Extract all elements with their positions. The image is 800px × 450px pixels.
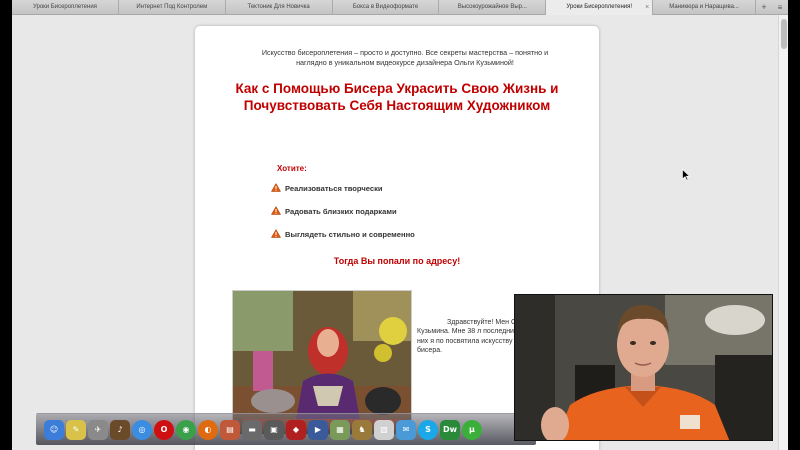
want-label: Хотите: — [277, 164, 307, 173]
browser-tab-bar: Уроки Бисероплетения Интернет Под Контро… — [12, 0, 788, 15]
tab-label: Бокса в Видеоформате — [352, 4, 419, 10]
utorrent-icon[interactable]: µ — [462, 419, 482, 440]
warning-icon — [271, 183, 281, 192]
vertical-scrollbar[interactable] — [778, 15, 788, 450]
benefit-item: Радовать близких подарками — [271, 206, 397, 216]
tab[interactable]: Бокса в Видеоформате — [333, 0, 440, 15]
tab-label: Высокоурожайное Выр... — [457, 4, 527, 10]
video-icon[interactable]: ▶ — [308, 419, 328, 440]
mail-icon[interactable]: ✉ — [396, 419, 416, 440]
benefit-label: Выглядеть стильно и современно — [285, 230, 415, 239]
scroll-thumb[interactable] — [781, 19, 787, 49]
benefit-label: Реализоваться творчески — [285, 184, 383, 193]
dreamweaver-icon[interactable]: Dw — [440, 419, 460, 440]
tab-label: Маникюра и Наращива... — [669, 4, 739, 10]
cta-text: Тогда Вы попали по адресу! — [333, 256, 461, 266]
tab-label: Тектоник Для Новичка — [247, 4, 310, 10]
tab-label: Интернет Под Контролем — [136, 4, 208, 10]
tab[interactable]: Уроки Бисероплетения — [12, 0, 119, 15]
benefit-label: Радовать близких подарками — [285, 207, 397, 216]
dock: ☺ ✎ ✈ ♪ ◎ O ◉ ◐ ▤ ▬ ▣ ◆ ▶ ▦ ♞ ▧ ✉ S Dw µ — [36, 413, 536, 445]
intro-text: Искусство бисероплетения – просто и дост… — [261, 48, 549, 67]
warning-icon — [271, 206, 281, 215]
warning-icon — [271, 229, 281, 238]
firefox-icon[interactable]: ◐ — [198, 419, 218, 440]
notes-icon[interactable]: ✎ — [66, 419, 86, 440]
mouse-cursor-icon — [682, 169, 690, 181]
opera-icon[interactable]: O — [154, 419, 174, 440]
folder-icon[interactable]: ▬ — [242, 419, 262, 440]
tab-label: Уроки Бисероплетения — [32, 4, 97, 10]
page-headline: Как с Помощью Бисера Украсить Свою Жизнь… — [235, 81, 559, 113]
safari-icon[interactable]: ◎ — [132, 419, 152, 440]
launchpad-icon[interactable]: ✈ — [88, 419, 108, 440]
finder-icon[interactable]: ☺ — [44, 419, 64, 440]
skype-icon[interactable]: S — [418, 419, 438, 440]
tab-active[interactable]: Уроки Бисероплетения! × — [546, 0, 654, 15]
tab[interactable]: Интернет Под Контролем — [119, 0, 226, 15]
tab-menu-button[interactable]: ≡ — [772, 0, 788, 15]
webcam-overlay — [514, 294, 773, 441]
tab[interactable]: Маникюра и Наращива... — [653, 0, 757, 15]
photo-icon[interactable]: ▦ — [330, 419, 350, 440]
benefit-item: Реализоваться творчески — [271, 183, 383, 193]
game-icon[interactable]: ◆ — [286, 419, 306, 440]
tab[interactable]: Тектоник Для Новичка — [226, 0, 333, 15]
guitar-icon[interactable]: ♪ — [110, 419, 130, 440]
presentation-icon[interactable]: ▤ — [220, 419, 240, 440]
close-icon[interactable]: × — [645, 0, 649, 15]
chess-icon[interactable]: ♞ — [352, 419, 372, 440]
chrome-icon[interactable]: ◉ — [176, 419, 196, 440]
tab[interactable]: Высокоурожайное Выр... — [439, 0, 547, 15]
document-icon[interactable]: ▧ — [374, 419, 394, 440]
benefit-item: Выглядеть стильно и современно — [271, 229, 415, 239]
new-tab-button[interactable]: + — [756, 0, 772, 15]
tab-label: Уроки Бисероплетения! — [566, 4, 633, 10]
screenshot-icon[interactable]: ▣ — [264, 419, 284, 440]
